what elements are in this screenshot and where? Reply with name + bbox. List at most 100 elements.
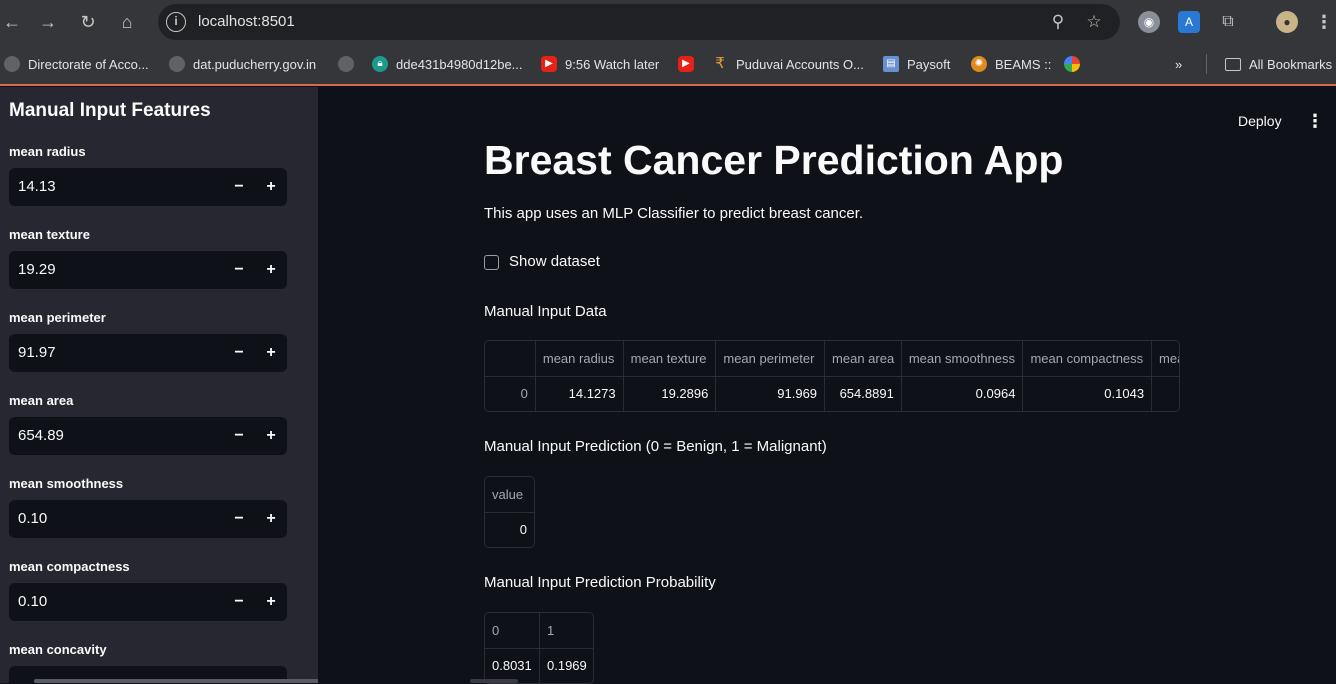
decrement-button[interactable]: − — [223, 334, 255, 372]
input-value[interactable]: 14.13 — [18, 178, 56, 195]
show-dataset-checkbox[interactable] — [484, 255, 499, 270]
reload-icon[interactable]: ↻ — [76, 10, 100, 34]
table-cell[interactable]: 91.969 — [716, 377, 826, 411]
mean-area-input[interactable]: 654.89 − + — [9, 417, 287, 455]
table-cell[interactable]: 19.2896 — [624, 377, 717, 411]
bookmark-item[interactable]: dat.puducherry.gov.in — [169, 54, 316, 74]
rupee-icon: ₹ — [715, 55, 725, 72]
field-label-mean-smoothness: mean smoothness — [9, 476, 124, 491]
column-header[interactable]: mean radius — [535, 341, 624, 377]
extension-a-icon[interactable]: A — [1178, 11, 1200, 33]
input-value[interactable]: 91.97 — [18, 344, 56, 361]
increment-button[interactable]: + — [255, 168, 287, 206]
decrement-button[interactable]: − — [223, 168, 255, 206]
column-header[interactable]: mean area — [825, 341, 902, 377]
bookmark-item[interactable] — [338, 54, 362, 74]
manual-input-heading: Manual Input Data — [484, 303, 607, 320]
mean-perimeter-input[interactable]: 91.97 − + — [9, 334, 287, 372]
deploy-button[interactable]: Deploy — [1238, 113, 1282, 129]
column-header[interactable]: mea — [1152, 341, 1179, 377]
increment-button[interactable]: + — [255, 334, 287, 372]
home-icon[interactable]: ⌂ — [115, 10, 139, 34]
increment-button[interactable]: + — [255, 417, 287, 455]
bookmark-item[interactable]: Directorate of Acco... — [4, 54, 149, 74]
column-header — [485, 341, 536, 377]
bookmark-item[interactable]: ▶ 9:56 Watch later — [541, 54, 659, 74]
increment-button[interactable]: + — [255, 251, 287, 289]
increment-button[interactable]: + — [255, 500, 287, 538]
sidebar-scrollbar[interactable] — [34, 679, 318, 683]
zoom-icon[interactable]: ⚲ — [1048, 12, 1068, 32]
input-value[interactable]: 19.29 — [18, 261, 56, 278]
app-description: This app uses an MLP Classifier to predi… — [484, 205, 864, 222]
bookmark-star-icon[interactable]: ☆ — [1084, 12, 1104, 32]
manual-input-table[interactable]: mean radius mean texture mean perimeter … — [484, 340, 1180, 412]
table-cell[interactable]: 0.1969 — [540, 649, 593, 683]
mean-radius-input[interactable]: 14.13 − + — [9, 168, 287, 206]
mean-texture-input[interactable]: 19.29 − + — [9, 251, 287, 289]
table-cell[interactable]: 654.8891 — [825, 377, 902, 411]
input-value[interactable]: 0.10 — [18, 593, 47, 610]
show-dataset-label[interactable]: Show dataset — [509, 253, 600, 270]
column-header[interactable]: mean compactness — [1023, 341, 1153, 377]
mean-compactness-input[interactable]: 0.10 − + — [9, 583, 287, 621]
table-cell[interactable] — [1152, 377, 1179, 411]
table-cell[interactable]: 0.0964 — [902, 377, 1024, 411]
all-bookmarks-button[interactable]: All Bookmarks — [1206, 54, 1332, 74]
decrement-button[interactable]: − — [223, 500, 255, 538]
table-header-row: mean radius mean texture mean perimeter … — [485, 341, 1179, 377]
table-cell[interactable]: 0 — [485, 513, 534, 547]
mean-smoothness-input[interactable]: 0.10 − + — [9, 500, 287, 538]
column-header[interactable]: 0 — [485, 613, 540, 649]
table-cell[interactable]: 14.1273 — [536, 377, 624, 411]
browser-menu-icon[interactable]: ⋮ — [1312, 10, 1336, 34]
sidebar: Manual Input Features mean radius 14.13 … — [0, 87, 318, 683]
extensions-puzzle-icon[interactable]: ⧉ — [1217, 11, 1239, 33]
youtube-icon: ▶ — [541, 56, 557, 72]
column-header[interactable]: mean texture — [623, 341, 717, 377]
row-index: 0 — [485, 377, 536, 411]
decrement-button[interactable]: − — [223, 251, 255, 289]
beams-icon: ✺ — [971, 56, 987, 72]
decrement-button[interactable]: − — [223, 583, 255, 621]
bookmark-item[interactable]: ₹ Puduvai Accounts O... — [712, 54, 864, 74]
site-info-icon[interactable]: i — [166, 12, 186, 32]
prediction-table[interactable]: value 0 — [484, 476, 535, 548]
column-header[interactable]: 1 — [540, 613, 593, 649]
field-label-mean-area: mean area — [9, 393, 74, 408]
probability-table[interactable]: 0 1 0.8031 0.1969 — [484, 612, 594, 684]
input-value[interactable]: 0.10 — [18, 510, 47, 527]
url-text[interactable]: localhost:8501 — [198, 13, 295, 30]
column-header[interactable]: mean smoothness — [901, 341, 1024, 377]
bookmark-item[interactable] — [1064, 54, 1088, 74]
column-header[interactable]: mean perimeter — [716, 341, 826, 377]
globe-icon — [169, 56, 185, 72]
main-menu-icon[interactable]: ⋮ — [1306, 111, 1324, 132]
table-cell[interactable]: 0.1043 — [1023, 377, 1153, 411]
input-value[interactable]: 654.89 — [18, 427, 64, 444]
address-bar[interactable]: i localhost:8501 ⚲ ☆ — [158, 4, 1120, 40]
probability-heading: Manual Input Prediction Probability — [484, 574, 716, 591]
increment-button[interactable]: + — [255, 583, 287, 621]
field-label-mean-concavity: mean concavity — [9, 642, 107, 657]
bookmark-item[interactable]: ▤ Paysoft — [883, 54, 950, 74]
bookmark-item[interactable]: ▶ — [678, 54, 702, 74]
bookmark-item[interactable]: 🔒︎ dde431b4980d12be... — [372, 54, 523, 74]
profile-avatar[interactable]: ● — [1276, 11, 1298, 33]
bookmark-item[interactable]: ✺ BEAMS :: — [971, 54, 1051, 74]
extension-icon[interactable]: ◉ — [1138, 11, 1160, 33]
bookmarks-overflow-button[interactable]: » — [1175, 54, 1182, 74]
column-header[interactable]: value — [485, 477, 534, 513]
globe-icon — [4, 56, 20, 72]
folder-icon — [1225, 57, 1241, 71]
decrement-button[interactable]: − — [223, 417, 255, 455]
back-icon[interactable]: ← — [0, 10, 24, 34]
browser-toolbar: ← → ↻ ⌂ i localhost:8501 ⚲ ☆ ◉ A ⧉ ● ⋮ — [0, 0, 1336, 44]
forward-icon[interactable]: → — [36, 10, 60, 34]
field-label-mean-radius: mean radius — [9, 144, 86, 159]
youtube-icon: ▶ — [678, 56, 694, 72]
lock-icon: 🔒︎ — [372, 56, 388, 72]
table-cell[interactable]: 0.8031 — [485, 649, 540, 683]
sidebar-title: Manual Input Features — [9, 100, 211, 121]
main-scrollbar[interactable] — [470, 679, 518, 683]
